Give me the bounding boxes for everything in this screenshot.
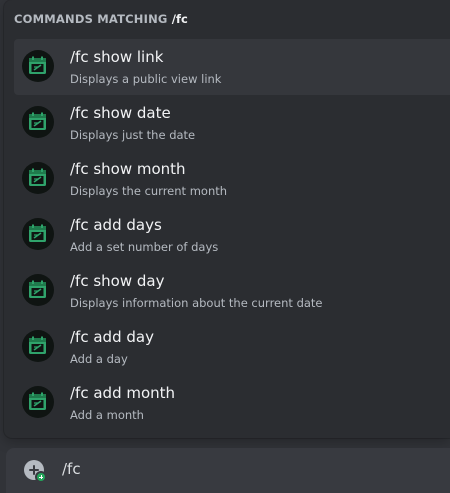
command-description: Add a day — [70, 352, 128, 366]
command-name: /fc show link — [70, 48, 164, 66]
command-name: /fc show date — [70, 104, 171, 122]
message-input[interactable]: /fc — [62, 460, 81, 478]
bot-calendar-icon — [22, 218, 54, 250]
command-description: Displays information about the current d… — [70, 296, 323, 310]
command-item[interactable]: /fc add month Add a month — [14, 375, 450, 431]
command-name: /fc add days — [70, 216, 162, 234]
bot-calendar-icon — [22, 106, 54, 138]
command-name: /fc show day — [70, 272, 165, 290]
command-item[interactable]: /fc show date Displays just the date — [14, 95, 450, 151]
bot-calendar-icon — [22, 274, 54, 306]
command-description: Displays a public view link — [70, 72, 222, 86]
bot-calendar-icon — [22, 50, 54, 82]
header-query: /fc — [171, 12, 188, 26]
bot-calendar-icon — [22, 386, 54, 418]
command-item[interactable]: /fc add days Add a set number of days — [14, 207, 450, 263]
command-list: /fc show link Displays a public view lin… — [14, 39, 450, 431]
command-description: Displays just the date — [70, 128, 196, 142]
add-badge-icon — [35, 471, 47, 483]
command-item[interactable]: /fc show link Displays a public view lin… — [14, 39, 450, 95]
command-description: Add a month — [70, 408, 144, 422]
command-autocomplete-popup: COMMANDS MATCHING /fc /fc show link Disp… — [4, 0, 450, 438]
command-item[interactable]: /fc add day Add a day — [14, 319, 450, 375]
command-description: Add a set number of days — [70, 240, 219, 254]
bot-calendar-icon — [22, 330, 54, 362]
autocomplete-header: COMMANDS MATCHING /fc — [14, 12, 188, 28]
header-label: COMMANDS MATCHING — [14, 12, 168, 26]
command-description: Displays the current month — [70, 184, 228, 198]
message-input-bar: /fc — [6, 448, 450, 493]
command-name: /fc show month — [70, 160, 186, 178]
command-item[interactable]: /fc show month Displays the current mont… — [14, 151, 450, 207]
bot-calendar-icon — [22, 162, 54, 194]
command-name: /fc add day — [70, 328, 154, 346]
command-name: /fc add month — [70, 384, 176, 402]
command-item[interactable]: /fc show day Displays information about … — [14, 263, 450, 319]
